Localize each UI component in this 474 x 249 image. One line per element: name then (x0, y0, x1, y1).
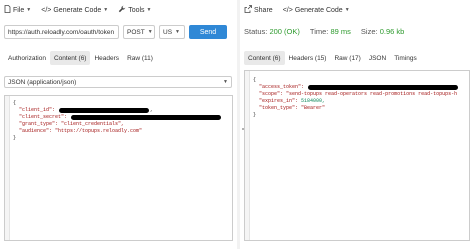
file-icon (4, 5, 11, 15)
collapse-marker (242, 128, 244, 130)
response-status-bar: Status: 200 (OK) Time: 89 ms Size: 0.96 … (244, 24, 404, 38)
editor-gutter (5, 96, 10, 240)
json-value-audience: "https://topups.reloadly.com" (55, 128, 143, 134)
redacted-value (308, 85, 459, 90)
chevron-down-icon: ▼ (26, 7, 32, 13)
tools-menu-label: Tools (128, 6, 145, 14)
region-value: US (163, 28, 173, 36)
chevron-down-icon: ▼ (344, 7, 350, 13)
chevron-down-icon: ▼ (146, 7, 152, 13)
size-group: Size: 0.96 kb (361, 27, 404, 36)
tab-timings[interactable]: Timings (390, 51, 421, 65)
json-key-audience: "audience": (19, 128, 53, 134)
tab-raw[interactable]: Raw (17) (330, 51, 364, 65)
chevron-down-icon: ▼ (147, 29, 153, 35)
json-key-client-id: "client_id": (19, 107, 56, 113)
share-menu[interactable]: Share (244, 5, 273, 15)
status-group: Status: 200 (OK) (244, 27, 300, 36)
response-tabs: Content (6) Headers (15) Raw (17) JSON T… (244, 51, 421, 65)
method-select[interactable]: POST ▼ (123, 25, 155, 39)
json-key-expires-in: "expires_in": (259, 98, 299, 104)
json-comma: , (150, 107, 154, 113)
tab-headers[interactable]: Headers (15) (285, 51, 331, 65)
code-icon: </> (41, 6, 52, 14)
redacted-value (59, 108, 150, 113)
tools-menu[interactable]: Tools ▼ (118, 5, 151, 15)
file-menu[interactable]: File ▼ (4, 5, 31, 15)
time-group: Time: 89 ms (310, 27, 351, 36)
chevron-down-icon: ▼ (103, 7, 109, 13)
url-input[interactable] (4, 25, 119, 39)
status-label: Status: (244, 26, 268, 36)
tools-icon (118, 5, 126, 15)
time-value: 89 ms (330, 26, 351, 36)
json-key-grant-type: "grant_type": (19, 121, 59, 127)
json-key-client-secret: "client_secret": (19, 114, 68, 120)
tab-headers[interactable]: Headers (90, 51, 123, 65)
chevron-down-icon: ▼ (175, 29, 180, 35)
json-brace-close: } (253, 112, 257, 118)
response-pane: Share </> Generate Code ▼ Status: 200 (O… (240, 0, 474, 249)
status-value: 200 (OK) (269, 26, 300, 36)
json-value-expires-in: 5184000, (301, 98, 326, 104)
share-label: Share (254, 6, 273, 14)
json-key-access-token: "access_token": (259, 84, 305, 90)
json-brace-open: { (253, 77, 257, 83)
content-type-select[interactable]: JSON (application/json) ▼ (4, 76, 232, 88)
generate-code-menu[interactable]: </> Generate Code ▼ (283, 7, 350, 14)
request-url-row: POST ▼ US ▼ Send (4, 25, 227, 39)
region-select[interactable]: US ▼ (159, 25, 185, 39)
share-icon (244, 5, 252, 15)
size-label: Size: (360, 26, 378, 36)
json-value-scope: "send-topups read-operators read-promoti… (286, 91, 458, 97)
tab-authorization[interactable]: Authorization (4, 51, 50, 65)
generate-code-label: Generate Code (53, 6, 102, 14)
file-menu-label: File (13, 6, 25, 14)
json-brace-close: } (13, 135, 17, 141)
tab-raw[interactable]: Raw (11) (123, 51, 157, 65)
request-pane: File ▼ </> Generate Code ▼ Tools ▼ POST … (0, 0, 237, 249)
json-value-token-type: "Bearer" (301, 105, 326, 111)
tab-content[interactable]: Content (6) (49, 51, 91, 65)
json-key-scope: "scope": (259, 91, 284, 97)
code-icon: </> (282, 6, 293, 14)
editor-gutter (245, 71, 250, 240)
generate-code-menu[interactable]: </> Generate Code ▼ (41, 7, 108, 14)
json-key-token-type: "token_type": (259, 105, 299, 111)
response-body-viewer[interactable]: { "access_token": "scope": "send-topups … (244, 70, 470, 241)
json-value-grant-type: "client_credentials", (61, 121, 125, 127)
response-body-code: { "access_token": "scope": "send-topups … (253, 77, 459, 119)
request-menubar: File ▼ </> Generate Code ▼ Tools ▼ (4, 4, 151, 16)
tab-json[interactable]: JSON (365, 51, 390, 65)
request-body-code: { "client_id": , "client_secret": "grant… (13, 100, 222, 142)
response-menubar: Share </> Generate Code ▼ (244, 4, 350, 16)
send-button[interactable]: Send (189, 25, 227, 39)
generate-code-label: Generate Code (294, 6, 343, 14)
tab-content[interactable]: Content (6) (244, 51, 285, 65)
json-brace-open: { (13, 100, 17, 106)
redacted-value (71, 115, 222, 120)
chevron-down-icon: ▼ (223, 79, 228, 85)
time-label: Time: (309, 26, 329, 36)
content-type-value: JSON (application/json) (8, 78, 77, 86)
request-body-editor[interactable]: { "client_id": , "client_secret": "grant… (4, 95, 233, 241)
request-tabs: Authorization Content (6) Headers Raw (1… (4, 51, 157, 65)
method-value: POST (127, 28, 145, 36)
size-value: 0.96 kb (379, 26, 405, 36)
